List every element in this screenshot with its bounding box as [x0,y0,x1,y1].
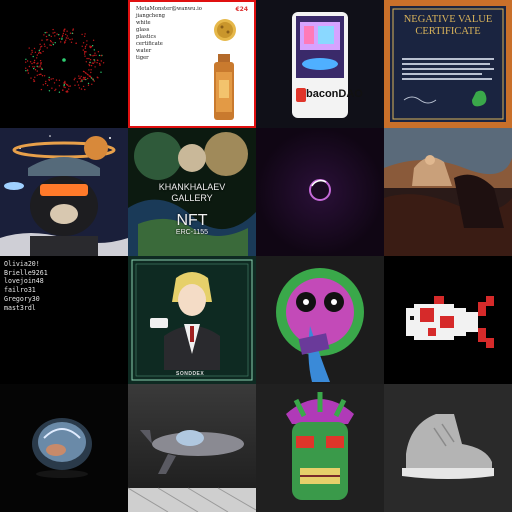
nft-gallery-grid: MetaMonster@wanwu.io jiangcheng white gl… [0,0,512,512]
tile-dark-particle-sphere[interactable] [0,0,128,128]
gallery-art [128,132,256,256]
username-item: Olivia20! [4,260,40,268]
koi-art [406,296,494,348]
tile-rider-painting[interactable] [384,128,512,256]
username-item: Gregory30 [4,294,40,303]
username-item: lovejoin48 [4,277,44,286]
bacondao-art [292,12,348,118]
bottle-art [214,19,236,120]
tile-rocket-car[interactable] [128,384,256,512]
tile-khankhalaev-gallery[interactable]: KHANKHALAEV GALLERY NFT ERC-1155 [128,128,256,256]
gallery-label: GALLERY [171,193,213,203]
tile-anime-waiter-card[interactable]: SONDDEX [128,256,256,384]
tile-purple-orb[interactable] [256,128,384,256]
tile-metamonster-bottle[interactable]: MetaMonster@wanwu.io jiangcheng white gl… [128,0,256,128]
tile-tongue-monster[interactable] [256,256,384,384]
tile-username-list[interactable]: Olivia20! Brielle9261 lovejoin48 failro3… [0,256,128,384]
bacondao-brand: baconDAO [306,88,363,100]
orb-art [309,179,331,201]
certificate-title: NEGATIVE VALUE CERTIFICATE [403,14,493,37]
helmet-art [32,418,92,478]
tile-tiki-mask[interactable] [256,384,384,512]
monster-art [276,268,364,382]
username-item: failro31 [4,286,36,295]
tile-bacondao-card[interactable]: baconDAO [256,0,384,128]
tile-pixel-koi[interactable] [384,256,512,384]
username-item: Brielle9261 [4,268,48,277]
waiter-art [131,259,253,381]
token-standard-label: ERC-1155 [175,229,209,236]
rocket-car-art [128,430,256,512]
tile-bear-astronaut[interactable] [0,128,128,256]
particle-sphere-art [25,28,105,93]
sneaker-art [402,414,494,479]
tiki-art [286,392,354,500]
sonddex-brand: SONDDEX [176,371,205,377]
username-list: Olivia20! Brielle9261 lovejoin48 failro3… [4,260,48,312]
tile-glass-helmet[interactable] [0,384,128,512]
tile-negative-value-certificate[interactable]: NEGATIVE VALUE CERTIFICATE [384,0,512,128]
tile-grey-sneaker[interactable] [384,384,512,512]
nft-label: NFT [176,212,208,229]
gallery-name: KHANKHALAEV [158,182,226,192]
bear-art [0,135,128,256]
username-item: mast3rdl [4,303,36,312]
painting-art [384,128,512,256]
